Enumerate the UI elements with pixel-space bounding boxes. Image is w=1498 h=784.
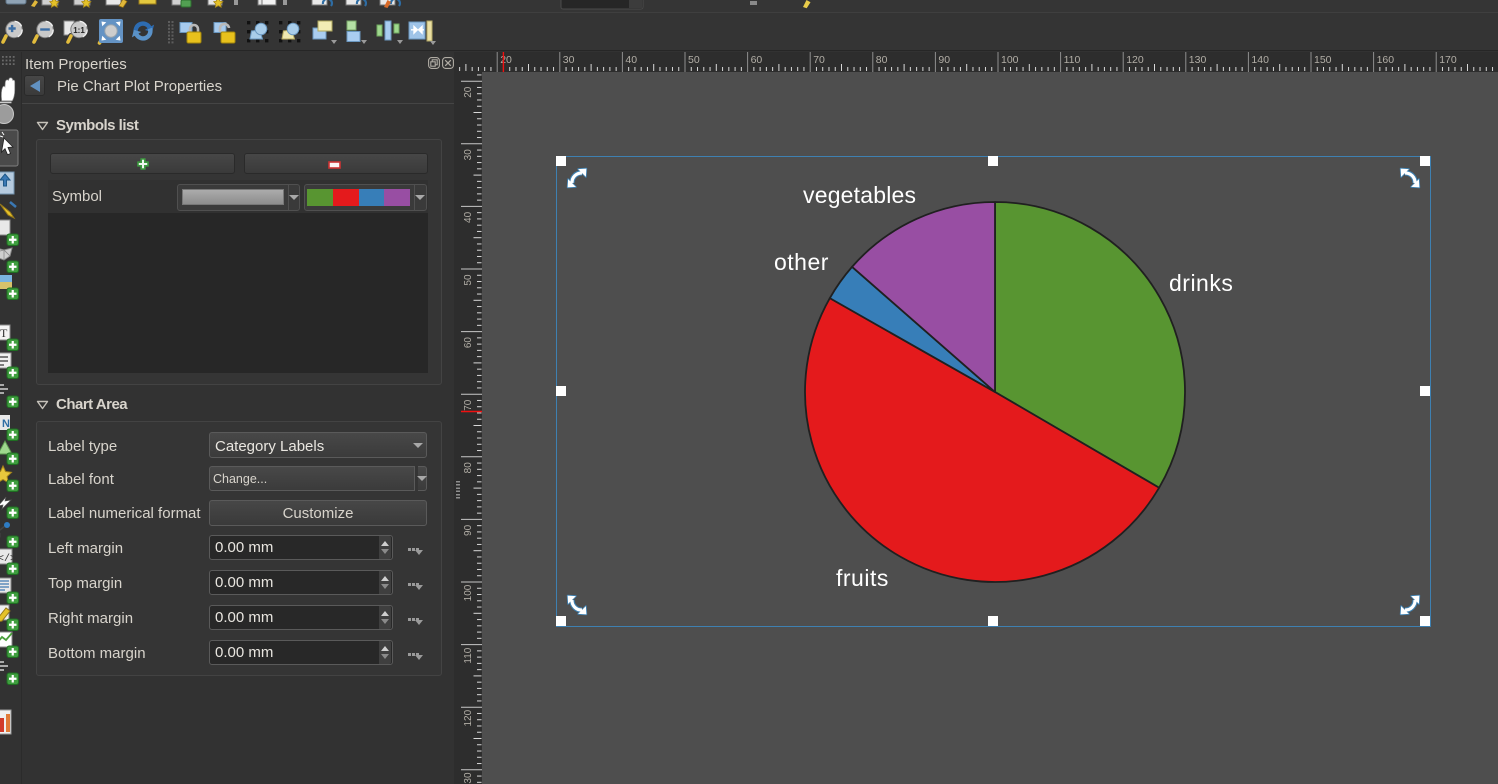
svg-text:60: 60 xyxy=(751,54,763,66)
svg-text:50: 50 xyxy=(463,274,474,286)
svg-text:130: 130 xyxy=(1189,54,1207,66)
svg-text:30: 30 xyxy=(563,54,575,66)
svg-text:80: 80 xyxy=(463,462,474,474)
svg-text:110: 110 xyxy=(463,647,474,663)
svg-text:20: 20 xyxy=(463,86,474,98)
svg-text:120: 120 xyxy=(463,709,474,726)
svg-text:T: T xyxy=(0,326,8,340)
svg-text:50: 50 xyxy=(688,54,700,66)
svg-text:40: 40 xyxy=(463,211,474,223)
svg-text:1:1: 1:1 xyxy=(73,26,85,35)
svg-text:100: 100 xyxy=(463,584,474,601)
svg-text:20: 20 xyxy=(500,54,512,66)
svg-text:120: 120 xyxy=(1126,54,1144,66)
svg-text:N: N xyxy=(2,418,10,430)
svg-text:60: 60 xyxy=(463,337,474,349)
svg-text:80: 80 xyxy=(876,54,888,66)
svg-text:30: 30 xyxy=(463,149,474,161)
svg-text:40: 40 xyxy=(625,54,637,66)
svg-text:140: 140 xyxy=(1251,54,1269,66)
svg-text:70: 70 xyxy=(463,399,474,411)
svg-text:90: 90 xyxy=(938,54,950,66)
svg-text:130: 130 xyxy=(463,772,474,784)
svg-text:90: 90 xyxy=(463,524,474,536)
svg-text:170: 170 xyxy=(1439,54,1457,66)
svg-text:110: 110 xyxy=(1064,54,1081,66)
svg-text:160: 160 xyxy=(1377,54,1395,66)
svg-text:150: 150 xyxy=(1314,54,1332,66)
svg-text:100: 100 xyxy=(1001,54,1019,66)
svg-text:70: 70 xyxy=(813,54,825,66)
